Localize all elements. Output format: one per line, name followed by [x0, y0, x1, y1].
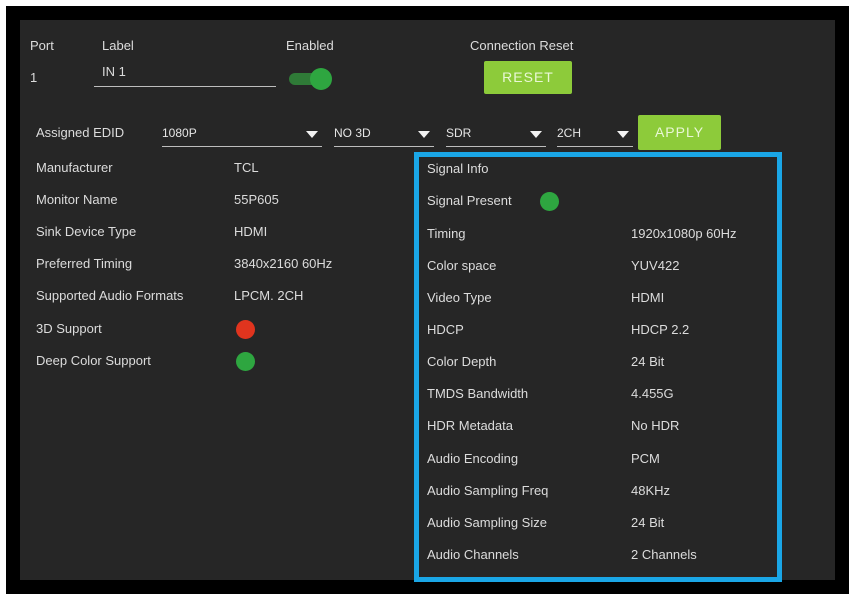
chevron-down-icon — [306, 131, 318, 138]
sink-row-value: TCL — [234, 160, 259, 175]
port-header: Port — [30, 38, 54, 53]
sink-row-label: Preferred Timing — [36, 256, 133, 271]
chevron-down-icon — [530, 131, 542, 138]
sink-row-label: Supported Audio Formats — [36, 288, 184, 303]
signal-row-value: 48KHz — [631, 483, 671, 498]
edid-audio-value: 2CH — [557, 126, 582, 140]
sink-row-label: Manufacturer — [36, 160, 113, 175]
port-settings-panel: Port 1 Label IN 1 Enabled Connection Res… — [20, 20, 835, 582]
signal-row-label: Audio Sampling Freq — [427, 483, 549, 498]
screen-frame: Port 1 Label IN 1 Enabled Connection Res… — [6, 6, 849, 594]
edid-hdr-select[interactable]: SDR — [446, 124, 546, 147]
3d-support-label: 3D Support — [36, 321, 102, 336]
deep-color-support-label: Deep Color Support — [36, 353, 151, 368]
status-indicator-red — [236, 320, 255, 339]
sink-row-value: 3840x2160 60Hz — [234, 256, 333, 271]
toggle-knob — [310, 68, 332, 90]
signal-row-value: 1920x1080p 60Hz — [631, 226, 737, 241]
reset-button[interactable]: RESET — [484, 61, 572, 94]
signal-row-label: TMDS Bandwidth — [427, 386, 529, 401]
signal-row-label: Audio Encoding — [427, 451, 519, 466]
label-input[interactable]: IN 1 — [94, 60, 276, 87]
signal-row-label: Timing — [427, 226, 466, 241]
enabled-toggle[interactable] — [286, 66, 336, 92]
signal-row-label: Color space — [427, 258, 497, 273]
edid-3d-value: NO 3D — [334, 126, 371, 140]
assigned-edid-label: Assigned EDID — [36, 125, 125, 140]
signal-row-value: 24 Bit — [631, 515, 665, 530]
edid-resolution-value: 1080P — [162, 126, 197, 140]
signal-row-label: Audio Sampling Size — [427, 515, 547, 530]
signal-row-value: 2 Channels — [631, 547, 697, 562]
sink-row-label: Monitor Name — [36, 192, 118, 207]
signal-row-label: Video Type — [427, 290, 492, 305]
chevron-down-icon — [418, 131, 430, 138]
signal-info-title: Signal Info — [427, 161, 489, 176]
signal-row-value: 24 Bit — [631, 354, 665, 369]
edid-hdr-value: SDR — [446, 126, 472, 140]
edid-3d-select[interactable]: NO 3D — [334, 124, 434, 147]
sink-row-value: HDMI — [234, 224, 268, 239]
apply-button[interactable]: APPLY — [638, 115, 721, 150]
signal-row-label: Audio Channels — [427, 547, 519, 562]
sink-row-value: LPCM. 2CH — [234, 288, 304, 303]
sink-row-value: 55P605 — [234, 192, 279, 207]
signal-present-label: Signal Present — [427, 193, 512, 208]
signal-row-label: HDCP — [427, 322, 464, 337]
status-indicator-green — [236, 352, 255, 371]
status-indicator-green — [540, 192, 559, 211]
edid-audio-select[interactable]: 2CH — [557, 124, 633, 147]
edid-resolution-select[interactable]: 1080P — [162, 124, 322, 147]
signal-row-value: HDMI — [631, 290, 665, 305]
signal-row-label: Color Depth — [427, 354, 497, 369]
signal-row-value: YUV422 — [631, 258, 680, 273]
sink-row-label: Sink Device Type — [36, 224, 137, 239]
port-number: 1 — [30, 70, 38, 85]
signal-row-value: 4.455G — [631, 386, 674, 401]
signal-row-value: No HDR — [631, 418, 680, 433]
signal-row-label: HDR Metadata — [427, 418, 513, 433]
label-header: Label — [102, 38, 134, 53]
connection-reset-header: Connection Reset — [470, 38, 574, 53]
chevron-down-icon — [617, 131, 629, 138]
signal-row-value: PCM — [631, 451, 660, 466]
label-input-value: IN 1 — [102, 64, 126, 79]
signal-row-value: HDCP 2.2 — [631, 322, 690, 337]
enabled-header: Enabled — [286, 38, 334, 53]
